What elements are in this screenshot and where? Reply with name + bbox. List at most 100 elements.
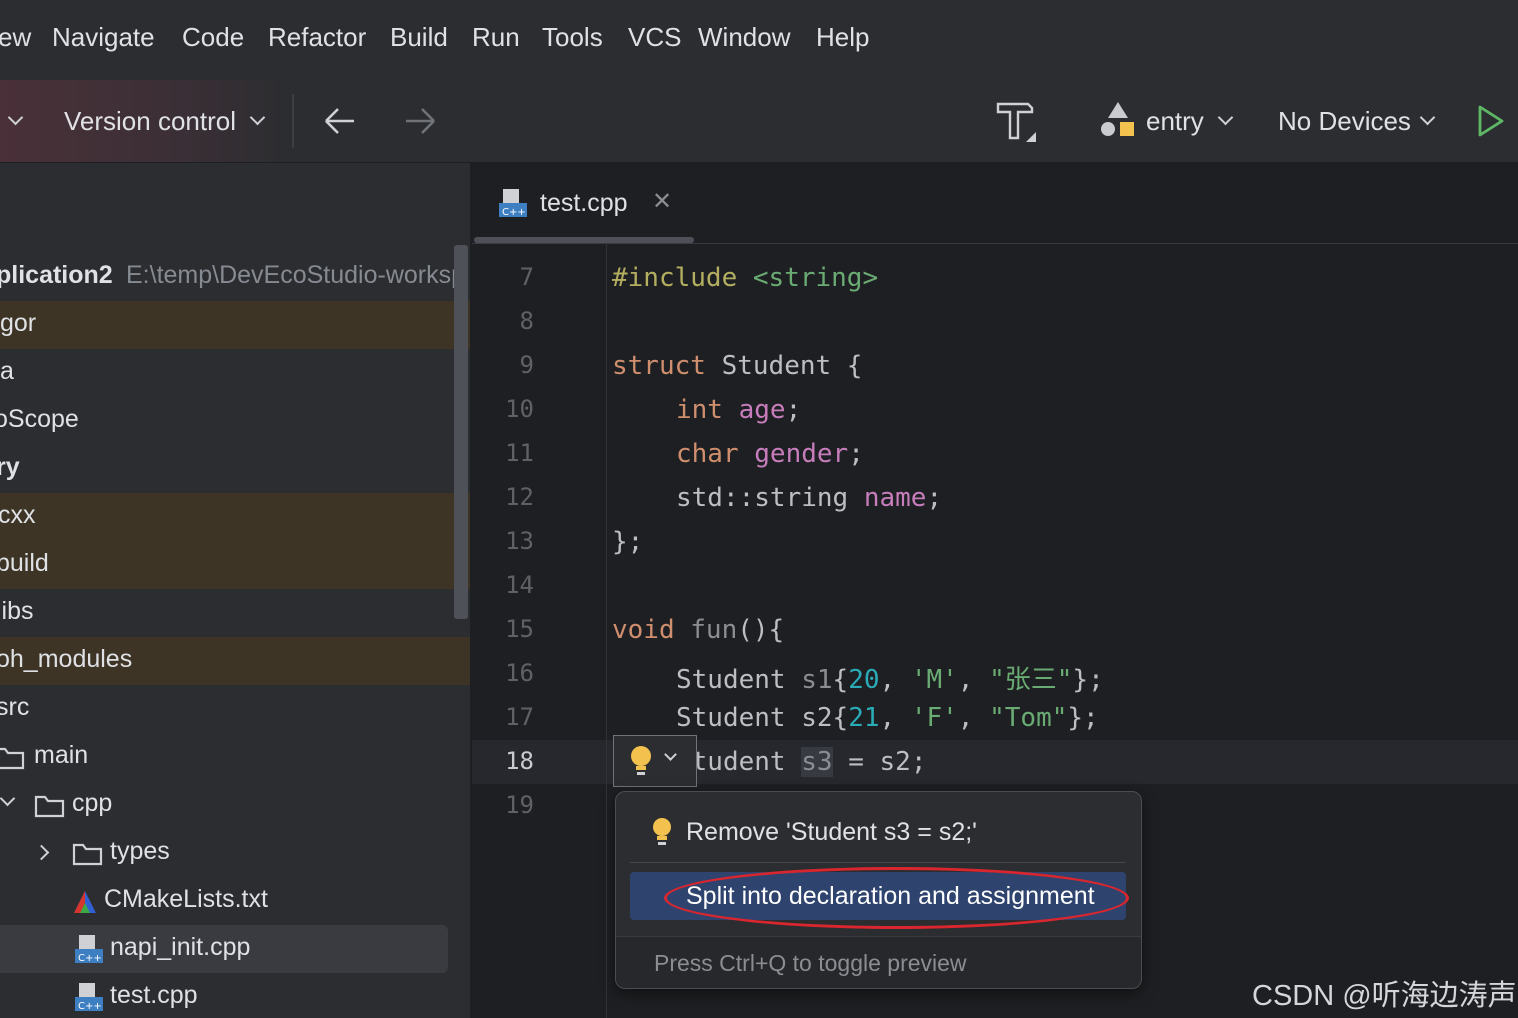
include-header: <string> [737,263,879,293]
tree-item-cpp[interactable]: cpp [0,781,470,829]
tree-item-build[interactable]: build [0,541,470,589]
collapse-chevron-icon[interactable] [33,844,50,861]
sidebar-scrollbar[interactable] [454,245,468,619]
code-token: Student [676,665,802,695]
menu-run[interactable]: Run [472,22,520,53]
code-line-12[interactable]: std::string name; [676,483,942,513]
code-line-7[interactable]: #include <string> [612,263,878,293]
tree-item-hvigor[interactable]: gor [0,301,470,349]
menu-help[interactable]: Help [816,22,869,53]
code-line-15[interactable]: void fun(){ [612,615,784,645]
expand-chevron-icon[interactable] [0,790,16,807]
annotation-ellipse [664,867,1129,929]
code-line-9[interactable]: struct Student { [612,351,862,381]
project-root-row[interactable]: plication2 E:\temp\DevEcoStudio-worksp [0,253,470,301]
line-number: 12 [505,483,534,511]
tree-item-main[interactable]: main [0,733,470,781]
remove-statement-action[interactable]: Remove 'Student s3 = s2;' [630,806,1126,858]
code-token: }; [612,527,644,557]
tree-item-label: oh_modules [0,645,133,673]
code-token: ; [926,483,943,513]
tab-test-cpp[interactable]: C++ test.cpp ✕ [472,163,694,243]
tree-item-cmakelists[interactable]: CMakeLists.txt [0,877,470,925]
keyword: struct [612,351,706,381]
tab-close-icon[interactable]: ✕ [652,187,672,216]
toolbar-divider [292,94,294,148]
run-config-label[interactable]: entry [1146,106,1204,137]
line-number: 10 [505,395,534,423]
tree-item-entry[interactable]: ry [0,445,470,493]
code-line-13[interactable]: }; [612,527,643,557]
menu-tools[interactable]: Tools [542,22,603,53]
forward-arrow-icon[interactable] [402,104,438,138]
menu-vcs[interactable]: VCS [628,22,681,53]
line-number: 8 [519,307,534,335]
menu-build[interactable]: Build [390,22,448,53]
line-number: 7 [519,263,534,291]
code-line-11[interactable]: char gender; [676,439,864,469]
function-name: fun [690,615,738,645]
tree-item-napi-init[interactable]: C++ napi_init.cpp [0,925,448,973]
menu-refactor[interactable]: Refactor [268,22,366,53]
build-hammer-icon[interactable] [994,98,1038,144]
watermark: CSDN @听海边涛声 [1252,980,1517,1012]
code-token: }; [1067,703,1099,733]
code-token: ; [785,395,802,425]
cpp-file-icon: C++ [75,983,103,1012]
tree-item-label: cxx [0,501,36,529]
line-number-current: 18 [505,747,534,775]
code-token: { [832,665,849,695]
field-name: gender [754,439,849,469]
char-literal: 'M' [910,665,958,695]
preprocessor-directive: #include [612,263,738,293]
menu-view[interactable]: ew [0,22,31,53]
popup-divider [630,862,1126,863]
code-line-17[interactable]: Student s2{21, 'F', "Tom"}; [676,703,1099,733]
tree-item-label: gor [0,309,37,337]
run-config-chevron-icon[interactable] [1217,109,1234,126]
code-line-18[interactable]: Student s3 = s2; [676,747,926,777]
popup-footer: Press Ctrl+Q to toggle preview [616,936,1141,988]
menu-navigate[interactable]: Navigate [52,22,155,53]
intention-chevron-icon[interactable] [664,748,677,761]
string-literal: "Tom" [989,703,1068,733]
code-token: { [832,703,849,733]
code-line-16[interactable]: Student s1{20, 'M', "张三"}; [676,659,1104,696]
tree-item-appscope[interactable]: oScope [0,397,470,445]
line-number: 16 [505,659,534,687]
tab-label: test.cpp [540,189,628,217]
project-root-name: plication2 [0,261,113,289]
tree-item-label: a [0,357,14,385]
tree-item-label: CMakeLists.txt [104,885,268,913]
code-token: = s2; [832,747,927,777]
tree-item-src[interactable]: src [0,685,470,733]
variable-name: s1 [801,665,833,695]
menu-window[interactable]: Window [698,22,790,53]
code-token: , [957,665,990,695]
tree-item-oh-modules[interactable]: oh_modules [0,637,470,685]
tree-item-test-cpp[interactable]: C++ test.cpp [0,973,470,1018]
menu-bar: ew Navigate Code Refactor Build Run Tool… [0,0,1518,81]
tree-item-label: oScope [0,405,79,433]
run-play-icon[interactable] [1476,104,1506,138]
device-chevron-icon[interactable] [1419,109,1436,126]
main-toolbar: Version control entry No Devices [0,80,1518,163]
code-token: Student [676,703,802,733]
intention-actions-button[interactable] [613,735,697,787]
tree-item-a[interactable]: a [0,349,470,397]
tree-item-libs[interactable]: libs [0,589,470,637]
device-selector-label[interactable]: No Devices [1278,106,1411,137]
version-control-label[interactable]: Version control [64,106,236,137]
code-token: , [879,703,911,733]
back-arrow-icon[interactable] [322,104,358,138]
tree-item-cxx[interactable]: cxx [0,493,470,541]
number-literal: 21 [848,703,880,733]
code-token: std::string [676,483,864,513]
tree-item-label: main [34,741,89,769]
menu-code[interactable]: Code [182,22,244,53]
tree-item-label: napi_init.cpp [110,933,251,961]
project-root-path: E:\temp\DevEcoStudio-worksp [126,261,466,289]
code-line-10[interactable]: int age; [676,395,801,425]
tree-item-types[interactable]: types [0,829,470,877]
